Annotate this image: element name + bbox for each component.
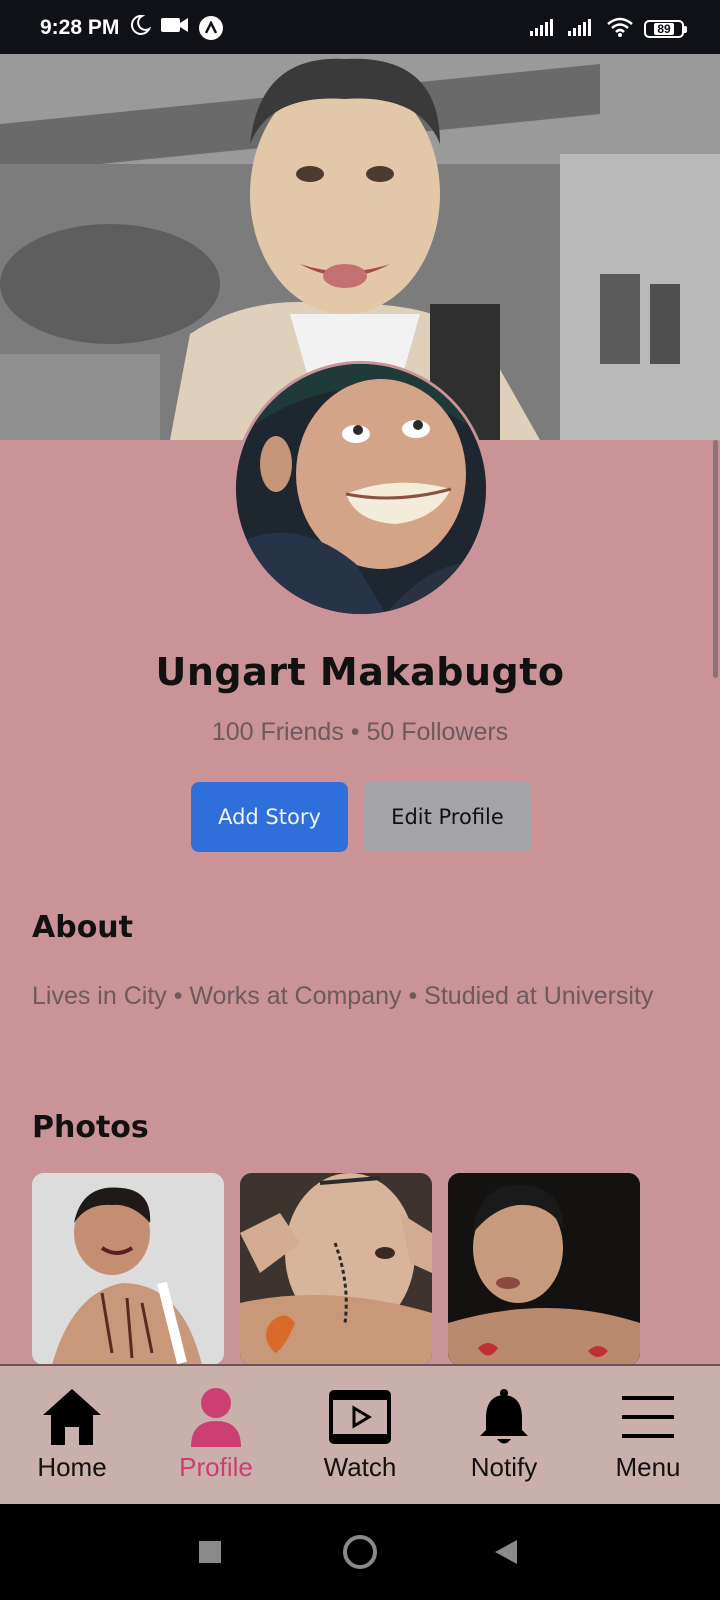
profile-screen: 9:28 PM 89 Ungart Makabugto 100 Friends … [0,0,720,1600]
back-triangle-icon [495,1540,517,1564]
status-bar: 9:28 PM 89 [0,0,720,54]
friends-followers-count[interactable]: 100 Friends • 50 Followers [0,718,720,747]
about-details: Lives in City • Works at Company • Studi… [32,982,654,1010]
bell-icon [478,1386,530,1448]
scrollbar[interactable] [713,440,718,678]
video-play-icon [329,1386,391,1448]
battery-icon: 89 [644,20,687,38]
battery-level: 89 [654,23,674,35]
home-icon [41,1386,103,1448]
hamburger-menu-icon [620,1386,676,1448]
wifi-icon [606,16,634,42]
nav-item-watch[interactable]: Watch [288,1366,432,1504]
square-icon [199,1541,221,1563]
add-story-button[interactable]: Add Story [191,782,348,852]
photo-thumbnail[interactable] [32,1173,224,1365]
nav-item-profile[interactable]: Profile [144,1366,288,1504]
photo-thumbnail[interactable] [240,1173,432,1365]
nav-item-menu[interactable]: Menu [576,1366,720,1504]
person-icon [189,1386,243,1448]
video-icon [161,16,189,40]
nav-item-home[interactable]: Home [0,1366,144,1504]
profile-avatar[interactable] [233,361,489,617]
nav-label-menu: Menu [615,1452,681,1482]
signal-icon [568,17,596,41]
about-heading: About [32,910,134,945]
photo-thumbnail[interactable] [448,1173,640,1365]
back-button[interactable] [466,1504,546,1600]
nav-label-notify: Notify [470,1452,538,1482]
nav-label-home: Home [37,1452,107,1482]
photos-grid [32,1173,640,1365]
moon-icon [129,14,152,42]
photos-heading: Photos [32,1110,149,1145]
recent-apps-button[interactable] [170,1504,250,1600]
signal-icon [530,17,558,41]
bottom-navigation: Home Profile Watch Notify Menu [0,1364,720,1504]
nav-label-watch: Watch [323,1452,397,1482]
circle-icon [343,1535,377,1569]
profile-name: Ungart Makabugto [155,650,565,694]
nav-item-notify[interactable]: Notify [432,1366,576,1504]
home-system-button[interactable] [320,1504,400,1600]
app-badge-icon [199,16,224,40]
nav-label-profile: Profile [179,1452,253,1482]
edit-profile-button[interactable]: Edit Profile [363,782,532,852]
status-time: 9:28 PM [40,16,120,39]
system-navigation-bar [0,1504,720,1600]
